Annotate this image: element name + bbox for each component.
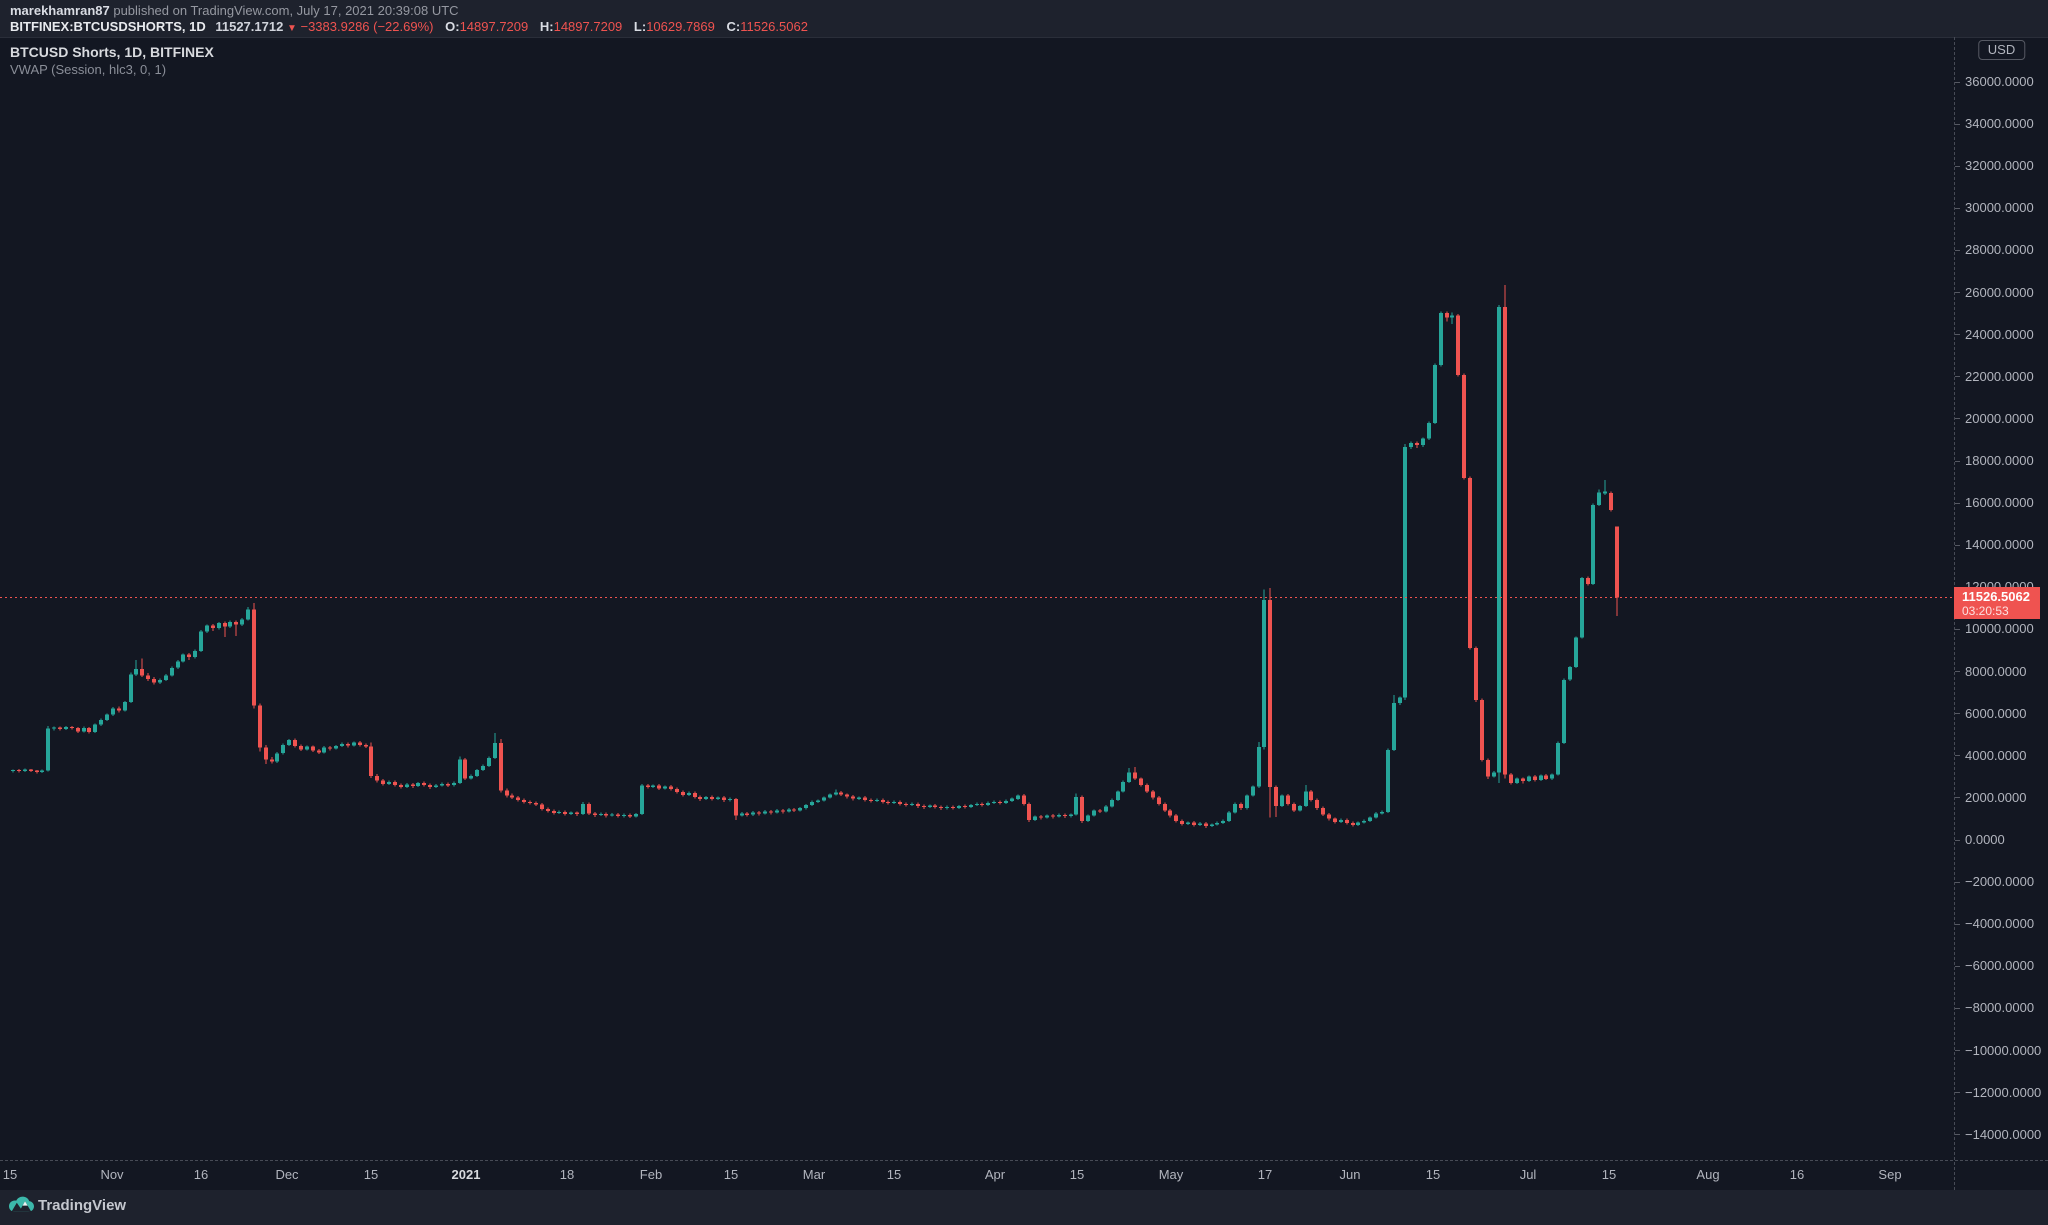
price-tick-label: 8000.0000 (1965, 664, 2026, 679)
price-tick-label: 22000.0000 (1965, 369, 2034, 384)
price-tick-label: 0.0000 (1965, 832, 2005, 847)
price-tick (1955, 671, 1960, 672)
price-tick (1955, 1008, 1960, 1009)
price-tick (1955, 124, 1960, 125)
price-tick (1955, 334, 1960, 335)
price-tick-label: 28000.0000 (1965, 242, 2034, 257)
price-tick-label: 32000.0000 (1965, 158, 2034, 173)
tradingview-logo-icon[interactable] (8, 1196, 35, 1218)
price-tick-label: −4000.0000 (1965, 916, 2034, 931)
price-tick (1955, 1092, 1960, 1093)
time-tick-label: 16 (1790, 1167, 1804, 1182)
price-tick (1955, 82, 1960, 83)
price-tick (1955, 418, 1960, 419)
price-tick-label: 4000.0000 (1965, 748, 2026, 763)
price-tick (1955, 629, 1960, 630)
current-price-value: 11526.5062 (1962, 587, 2040, 605)
time-tick-label: Nov (100, 1167, 123, 1182)
time-tick-label: 18 (560, 1167, 574, 1182)
price-tick (1955, 713, 1960, 714)
candlestick-chart[interactable] (0, 0, 2048, 1190)
price-tick (1955, 966, 1960, 967)
price-tick-label: −2000.0000 (1965, 874, 2034, 889)
price-tick (1955, 1050, 1960, 1051)
price-tick-label: 10000.0000 (1965, 621, 2034, 636)
price-tick (1955, 755, 1960, 756)
price-tick-label: −12000.0000 (1965, 1085, 2041, 1100)
price-tick (1955, 882, 1960, 883)
price-tick-label: 30000.0000 (1965, 200, 2034, 215)
price-tick-label: 16000.0000 (1965, 495, 2034, 510)
time-axis[interactable]: 15 Nov 16 Dec 15 2021 18 Feb 15 Mar 15 Apr 15 May 17 Ju… (0, 1160, 2048, 1191)
price-tick (1955, 166, 1960, 167)
price-tick (1955, 1134, 1960, 1135)
time-tick-label: Aug (1696, 1167, 1719, 1182)
time-tick-label: 15 (724, 1167, 738, 1182)
price-tick-label: 20000.0000 (1965, 411, 2034, 426)
price-tick (1955, 924, 1960, 925)
time-tick-label: Sep (1878, 1167, 1901, 1182)
price-axis[interactable]: USD 11526.5062 03:20:53 36000.0000 34000.… (1955, 0, 2048, 1190)
time-tick-label: Feb (640, 1167, 662, 1182)
price-tick (1955, 461, 1960, 462)
time-tick-label: 2021 (452, 1167, 481, 1182)
chart-legend: BTCUSD Shorts, 1D, BITFINEX VWAP (Sessio… (10, 44, 214, 78)
time-tick-label: Dec (275, 1167, 298, 1182)
price-tick (1955, 292, 1960, 293)
time-tick-label: 15 (364, 1167, 378, 1182)
time-tick-label: May (1159, 1167, 1184, 1182)
current-price-label: 11526.5062 03:20:53 (1954, 587, 2040, 619)
price-tick (1955, 250, 1960, 251)
time-tick-label: 15 (1602, 1167, 1616, 1182)
price-tick-label: 24000.0000 (1965, 327, 2034, 342)
price-tick (1955, 208, 1960, 209)
time-tick-label: Mar (803, 1167, 825, 1182)
time-tick-label: Apr (985, 1167, 1005, 1182)
price-tick-label: −8000.0000 (1965, 1000, 2034, 1015)
price-tick-label: −6000.0000 (1965, 958, 2034, 973)
time-tick-label: 15 (887, 1167, 901, 1182)
legend-symbol[interactable]: BTCUSD Shorts, 1D, BITFINEX (10, 44, 214, 61)
time-tick-label: 16 (194, 1167, 208, 1182)
price-tick (1955, 797, 1960, 798)
time-tick-label: 15 (1070, 1167, 1084, 1182)
tradingview-brand[interactable]: TradingView (38, 1197, 126, 1214)
candles (11, 285, 1619, 828)
price-tick-label: −10000.0000 (1965, 1043, 2041, 1058)
price-tick-label: 26000.0000 (1965, 285, 2034, 300)
currency-toggle-button[interactable]: USD (1978, 40, 2025, 60)
price-tick-label: 18000.0000 (1965, 453, 2034, 468)
time-tick-label: Jun (1340, 1167, 1361, 1182)
price-tick (1955, 376, 1960, 377)
bar-countdown: 03:20:53 (1962, 605, 2040, 618)
price-tick-label: −14000.0000 (1965, 1127, 2041, 1142)
legend-indicator-vwap[interactable]: VWAP (Session, hlc3, 0, 1) (10, 61, 214, 78)
price-tick-label: 2000.0000 (1965, 790, 2026, 805)
time-tick-label: Jul (1520, 1167, 1537, 1182)
price-tick-label: 34000.0000 (1965, 116, 2034, 131)
price-tick (1955, 503, 1960, 504)
time-tick-label: 15 (3, 1167, 17, 1182)
time-tick-label: 17 (1258, 1167, 1272, 1182)
footer-bar (0, 1190, 2048, 1225)
price-tick (1955, 545, 1960, 546)
price-tick (1955, 840, 1960, 841)
price-tick-label: 36000.0000 (1965, 74, 2034, 89)
price-tick-label: 14000.0000 (1965, 537, 2034, 552)
price-tick-label: 6000.0000 (1965, 706, 2026, 721)
time-tick-label: 15 (1426, 1167, 1440, 1182)
